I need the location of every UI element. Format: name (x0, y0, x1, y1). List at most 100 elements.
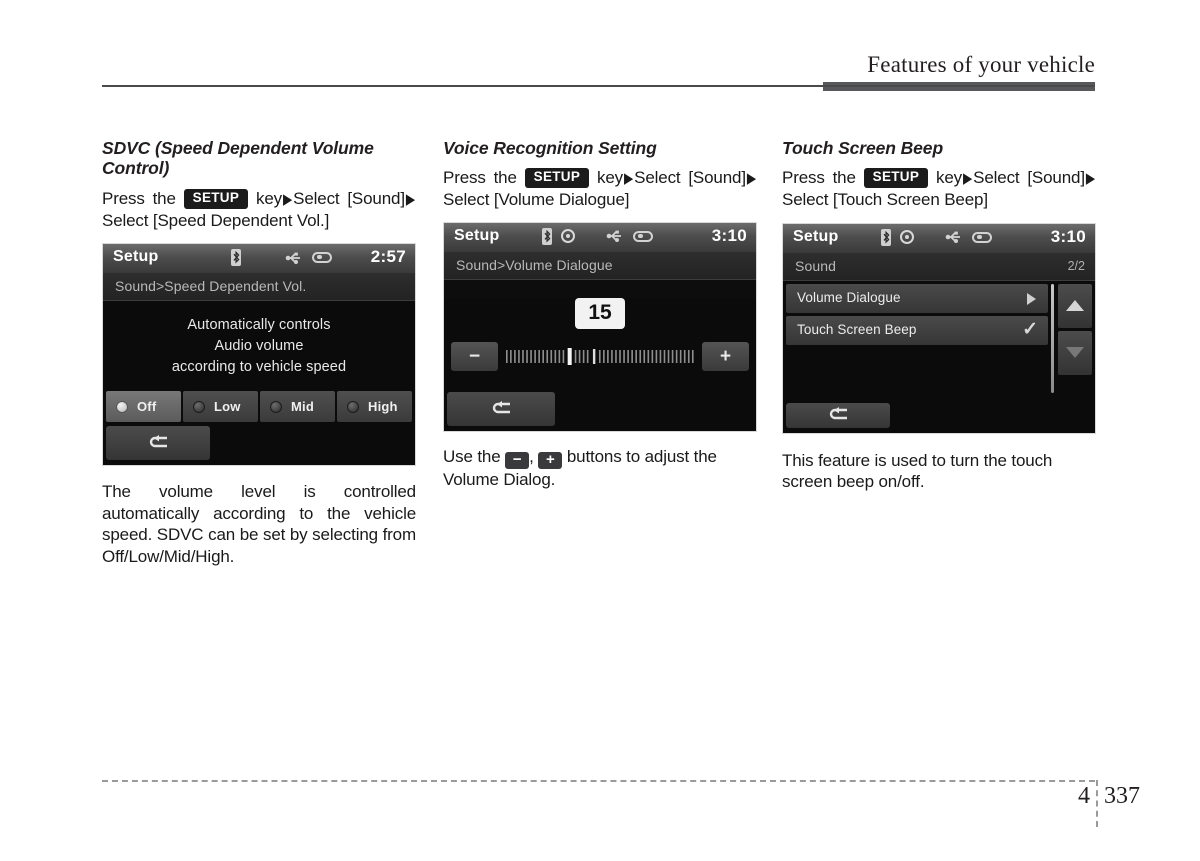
footer-rule (102, 780, 1095, 782)
page-title: Features of your vehicle (867, 52, 1095, 77)
device-breadcrumb-text: Sound>Volume Dialogue (456, 256, 613, 273)
setup-key-badge: SETUP (524, 168, 590, 189)
step-arrow-icon: ▶ (283, 190, 293, 208)
sdvc-option-high[interactable]: High (337, 391, 412, 423)
step-arrow-icon: ▶ (1085, 169, 1096, 188)
device-body: Automatically controls Audio volume acco… (103, 301, 415, 466)
device-breadcrumb: Sound 2/2 (783, 252, 1095, 281)
instruction-step-1: Select [Sound] (634, 168, 746, 188)
volume-plus-button[interactable]: + (702, 341, 749, 371)
oval-icon (972, 231, 992, 243)
manual-page: Features of your vehicle SDVC (Speed Dep… (0, 0, 1200, 861)
step-arrow-icon: ▶ (963, 169, 973, 188)
sdvc-option-mid[interactable]: Mid (260, 391, 335, 423)
usb-icon (945, 230, 963, 244)
column-voice-recognition: Voice Recognition Setting Press the SETU… (443, 138, 757, 490)
device-back-bar (783, 399, 1095, 433)
device-clock: 3:10 (711, 225, 747, 245)
bluetooth-icon (542, 227, 552, 245)
device-page-indicator: 2/2 (1067, 258, 1085, 273)
volume-value: 15 (575, 297, 625, 329)
instruction-step-2: Select [Touch Screen Beep] (782, 190, 988, 210)
back-arrow-icon (829, 407, 847, 420)
device-breadcrumb-text: Sound>Speed Dependent Vol. (115, 278, 307, 295)
section-title-voice-recognition: Voice Recognition Setting (443, 138, 657, 158)
volume-minus-button[interactable]: − (451, 341, 498, 371)
device-screenshot-sdvc: Setup 2:57 Sound>Speed Dependent Vol. Au… (102, 243, 416, 467)
device-message-line: Automatically controls (187, 317, 331, 334)
radio-dot-icon (116, 400, 128, 413)
device-message-line: Audio volume (214, 338, 304, 355)
section-title-touch-screen-beep: Touch Screen Beep (782, 138, 944, 158)
plus-button-inline-icon: + (538, 451, 563, 469)
bluetooth-icon (881, 228, 891, 246)
instruction-voice-recognition: Press the SETUP key▶Select [Sound]▶Selec… (443, 167, 757, 210)
device-message-line: according to vehicle speed (171, 359, 347, 376)
step-arrow-icon: ▶ (746, 169, 757, 188)
caption-touch-screen-beep: This feature is used to turn the touch s… (782, 450, 1053, 492)
scrollbar[interactable] (1051, 283, 1054, 393)
device-screenshot-sound-list: Setup 3:10 Sound 2/2 Volume Dialogue Tou… (782, 222, 1096, 434)
step-arrow-icon: ▶ (624, 169, 634, 188)
back-button[interactable] (447, 391, 555, 426)
instruction-mid: key (256, 188, 283, 208)
scroll-up-button[interactable] (1058, 283, 1092, 328)
disc-icon (561, 229, 575, 244)
instruction-step-1: Select [Sound] (293, 188, 405, 208)
header-rule (102, 85, 1095, 87)
device-screenshot-volume-dialogue: Setup 3:10 Sound>Volume Dialogue 15 − + (443, 221, 757, 432)
caption-pre: Use the (443, 446, 501, 466)
scroll-down-button[interactable] (1058, 330, 1092, 375)
chapter-number: 4 (1078, 783, 1090, 809)
usb-icon (606, 229, 624, 243)
oval-icon (312, 252, 332, 264)
list-item-volume-dialogue[interactable]: Volume Dialogue (786, 283, 1048, 313)
device-titlebar: Setup (103, 244, 415, 274)
setup-key-badge: SETUP (863, 168, 929, 189)
sdvc-option-off[interactable]: Off (106, 391, 181, 423)
instruction-step-1: Select [Sound] (973, 168, 1085, 188)
caption-sdvc: The volume level is controlled automatic… (102, 482, 416, 566)
setup-key-badge: SETUP (183, 188, 249, 209)
arrow-down-icon (1066, 347, 1084, 359)
slider-ticks-icon (506, 347, 694, 365)
device-titlebar: Setup (444, 222, 756, 252)
device-body: Volume Dialogue Touch Screen Beep ✓ (783, 280, 1095, 433)
sdvc-option-group: Off Low Mid High (103, 391, 415, 423)
page-number: 337 (1104, 783, 1140, 809)
device-status-icons (881, 228, 992, 246)
step-arrow-icon: ▶ (405, 190, 416, 208)
device-status-icons (542, 227, 653, 245)
device-status-icons (231, 249, 332, 267)
device-clock: 2:57 (370, 247, 406, 267)
back-button[interactable] (106, 426, 210, 461)
check-icon: ✓ (1022, 318, 1038, 340)
scroll-arrows (1058, 283, 1092, 378)
device-clock: 3:10 (1050, 226, 1086, 246)
volume-slider-row: − + (444, 329, 756, 371)
instruction-pre: Press the (443, 168, 517, 188)
radio-dot-icon (270, 400, 282, 413)
caption-comma: , (529, 446, 534, 466)
caption-voice-recognition: Use the −, + buttons to adjust the Volum… (443, 446, 757, 491)
device-titlebar: Setup (783, 223, 1095, 253)
sdvc-option-label: High (368, 399, 398, 415)
device-title: Setup (793, 227, 839, 245)
oval-icon (633, 230, 653, 242)
instruction-step-2: Select [Speed Dependent Vol.] (102, 210, 330, 230)
page-header: Features of your vehicle (102, 52, 1095, 92)
list-item-label: Touch Screen Beep (797, 321, 917, 337)
device-back-bar (103, 422, 415, 465)
instruction-mid: key (936, 168, 963, 188)
list-item-touch-screen-beep[interactable]: Touch Screen Beep ✓ (786, 315, 1048, 345)
sdvc-option-label: Low (214, 399, 241, 415)
sdvc-option-low[interactable]: Low (183, 391, 258, 423)
column-touch-screen-beep: Touch Screen Beep Press the SETUP key▶Se… (782, 138, 1096, 493)
section-title-sdvc: SDVC (Speed Dependent Volume Control) (102, 138, 374, 179)
usb-icon (285, 251, 303, 265)
back-button[interactable] (786, 402, 890, 428)
sdvc-option-label: Off (137, 399, 157, 415)
instruction-pre: Press the (782, 168, 856, 188)
volume-slider-track[interactable] (506, 346, 694, 367)
device-back-bar (444, 388, 756, 431)
